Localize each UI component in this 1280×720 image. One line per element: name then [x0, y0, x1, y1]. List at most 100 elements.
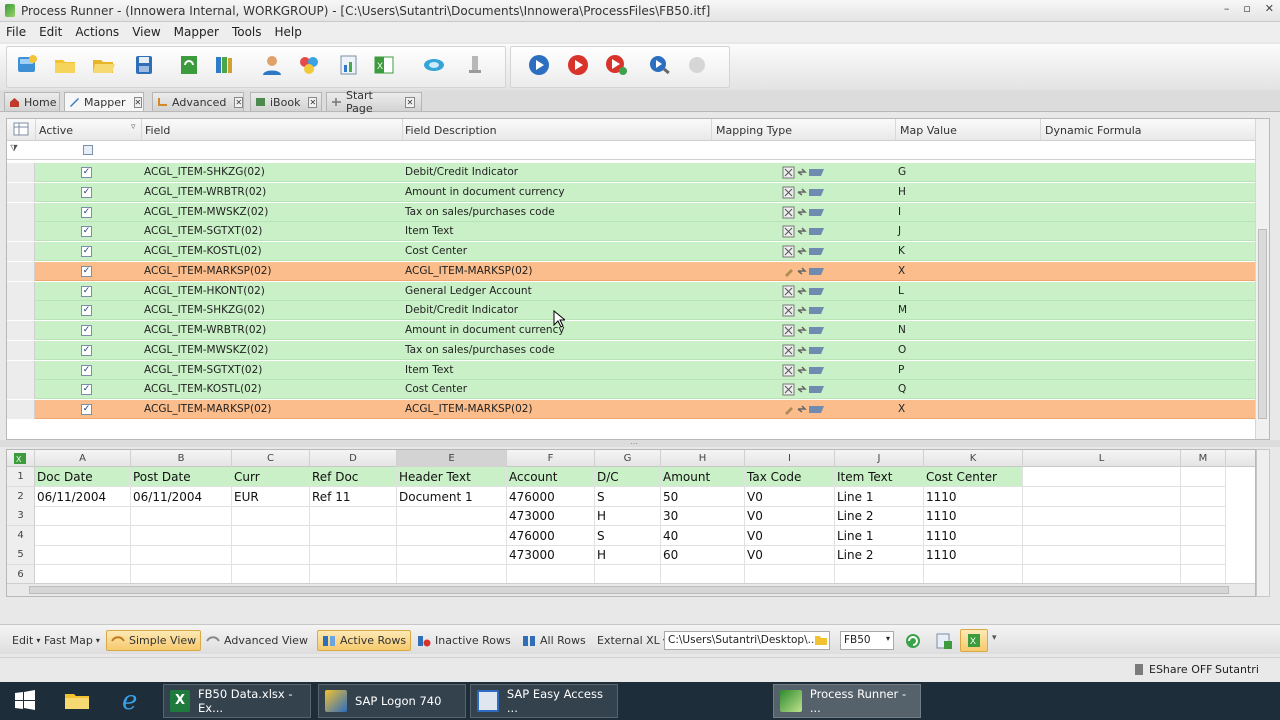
sheet-cell[interactable]: 50 — [661, 486, 745, 507]
sheet-cell[interactable] — [310, 506, 397, 527]
pane-splitter[interactable]: ⋯ — [0, 439, 1280, 448]
sheet-cell[interactable]: S — [595, 486, 661, 507]
sheet-horizontal-scrollbar[interactable] — [7, 583, 1255, 596]
active-checkbox[interactable]: ✓ — [81, 226, 92, 238]
column-header-k[interactable]: K — [924, 450, 1023, 467]
document-chart-icon[interactable] — [336, 53, 362, 77]
col-field-description-header[interactable]: Field Description — [405, 124, 497, 137]
sheet-cell[interactable] — [131, 545, 232, 566]
header-cell[interactable] — [1023, 467, 1181, 487]
mapper-vertical-scrollbar[interactable] — [1255, 119, 1269, 439]
row-selector[interactable] — [7, 163, 35, 182]
map-value[interactable]: N — [898, 324, 906, 336]
sheet-cell[interactable] — [131, 565, 232, 585]
column-header-m[interactable]: M — [1181, 450, 1226, 467]
sheet-cell[interactable] — [131, 506, 232, 527]
sheet-cell[interactable]: 1110 — [924, 486, 1023, 507]
sheet-settings-icon[interactable] — [934, 631, 954, 654]
sheet-cell[interactable]: 1110 — [924, 525, 1023, 546]
sheet-cell[interactable]: Line 1 — [835, 525, 924, 546]
sheet-select[interactable]: FB50 ▾ — [840, 631, 894, 650]
sheet-cell[interactable] — [397, 506, 507, 527]
sheet-vertical-scrollbar[interactable] — [1256, 449, 1270, 597]
mapping-type-icon[interactable] — [782, 364, 826, 377]
new-file-icon[interactable] — [14, 53, 40, 77]
sheet-cell[interactable]: EUR — [232, 486, 310, 507]
column-header-j[interactable]: J — [835, 450, 924, 467]
sheet-cell[interactable]: H — [595, 506, 661, 527]
user-icon[interactable] — [259, 53, 285, 77]
advanced-view-button[interactable]: Advanced View — [202, 630, 312, 651]
taskbar-file-explorer[interactable] — [52, 684, 98, 718]
row-selector[interactable] — [7, 261, 35, 281]
close-button[interactable]: ✕ — [1265, 2, 1274, 15]
edit-menu-button[interactable]: Edit ▾ — [8, 630, 44, 651]
row-selector[interactable] — [7, 321, 35, 340]
map-value[interactable]: M — [898, 304, 907, 316]
sheet-cell[interactable]: S — [595, 525, 661, 546]
active-checkbox[interactable]: ✓ — [81, 285, 92, 297]
sheet-cell[interactable] — [397, 565, 507, 585]
column-header-c[interactable]: C — [232, 450, 310, 467]
sheet-cell[interactable] — [35, 565, 131, 585]
refresh-excel-icon[interactable] — [176, 53, 202, 77]
col-dynamic-formula-header[interactable]: Dynamic Formula — [1045, 124, 1142, 137]
map-value[interactable]: I — [898, 206, 901, 218]
sheet-cell[interactable] — [1181, 565, 1226, 585]
all-rows-button[interactable]: All Rows — [518, 630, 590, 651]
sheet-cell[interactable] — [131, 525, 232, 546]
sheet-cell[interactable]: Line 2 — [835, 506, 924, 527]
header-cell[interactable]: Item Text — [835, 467, 924, 487]
header-cell[interactable]: Tax Code — [745, 467, 835, 487]
browse-folder-icon[interactable] — [814, 633, 828, 649]
menu-file[interactable]: File — [6, 25, 26, 39]
active-checkbox[interactable]: ✓ — [81, 404, 92, 415]
active-checkbox[interactable]: ✓ — [81, 246, 92, 257]
mapper-row[interactable]: ✓ ACGL_ITEM-KOSTL(02) Cost Center Q — [7, 380, 1257, 400]
mapper-row[interactable]: ✓ ACGL_ITEM-KOSTL(02) Cost Center K — [7, 242, 1257, 261]
tab-advanced-close-icon[interactable]: ✕ — [234, 96, 244, 108]
row-header[interactable]: 1 — [7, 467, 35, 487]
menu-edit[interactable]: Edit — [39, 25, 62, 39]
mapper-row[interactable]: ✓ ACGL_ITEM-MARKSP(02) ACGL_ITEM-MARKSP(02… — [7, 261, 1257, 281]
mapping-type-icon[interactable] — [782, 403, 826, 416]
menu-help[interactable]: Help — [275, 25, 302, 39]
mapping-type-icon[interactable] — [782, 225, 826, 238]
sheet-cell[interactable] — [924, 565, 1023, 585]
header-cell[interactable]: Doc Date — [35, 467, 131, 487]
connect-icon[interactable] — [421, 53, 447, 77]
mapping-type-icon[interactable] — [782, 265, 826, 278]
column-header-h[interactable]: H — [661, 450, 745, 467]
mapper-row[interactable]: ✓ ACGL_ITEM-MWSKZ(02) Tax on sales/purchas… — [7, 202, 1257, 222]
sheet-cell[interactable]: H — [595, 545, 661, 566]
sheet-cell[interactable]: Line 1 — [835, 486, 924, 507]
sheet-cell[interactable] — [1023, 565, 1181, 585]
sheet-cell[interactable] — [35, 506, 131, 527]
sheet-cell[interactable]: 1110 — [924, 506, 1023, 527]
sheet-cell[interactable]: 476000 — [507, 525, 595, 546]
column-header-a[interactable]: A — [35, 450, 131, 467]
sheet-cell[interactable]: 60 — [661, 545, 745, 566]
sheet-cell[interactable] — [1023, 506, 1181, 527]
tab-home[interactable]: Home — [4, 92, 60, 111]
map-value[interactable]: G — [898, 166, 906, 178]
taskbar-internet-explorer[interactable]: e — [110, 684, 156, 718]
mapper-scroll-thumb[interactable] — [1258, 229, 1267, 419]
row-selector[interactable] — [7, 222, 35, 242]
sheet-cell[interactable] — [310, 545, 397, 566]
save-icon[interactable] — [131, 53, 157, 77]
sheet-cell[interactable] — [835, 565, 924, 585]
active-rows-button[interactable]: Active Rows — [317, 630, 412, 651]
mapping-type-icon[interactable] — [782, 245, 826, 258]
map-value[interactable]: X — [898, 265, 905, 277]
sheet-cell[interactable] — [1181, 525, 1226, 546]
row-selector[interactable] — [7, 281, 35, 301]
sheet-cell[interactable]: 476000 — [507, 486, 595, 507]
row-selector[interactable] — [7, 202, 35, 222]
sheet-cell[interactable] — [1181, 545, 1226, 566]
menu-view[interactable]: View — [132, 25, 160, 39]
column-header-d[interactable]: D — [310, 450, 397, 467]
simple-view-button[interactable]: Simple View — [106, 630, 202, 651]
map-value[interactable]: J — [898, 225, 901, 237]
sheet-cell[interactable]: Ref 11 — [310, 486, 397, 507]
